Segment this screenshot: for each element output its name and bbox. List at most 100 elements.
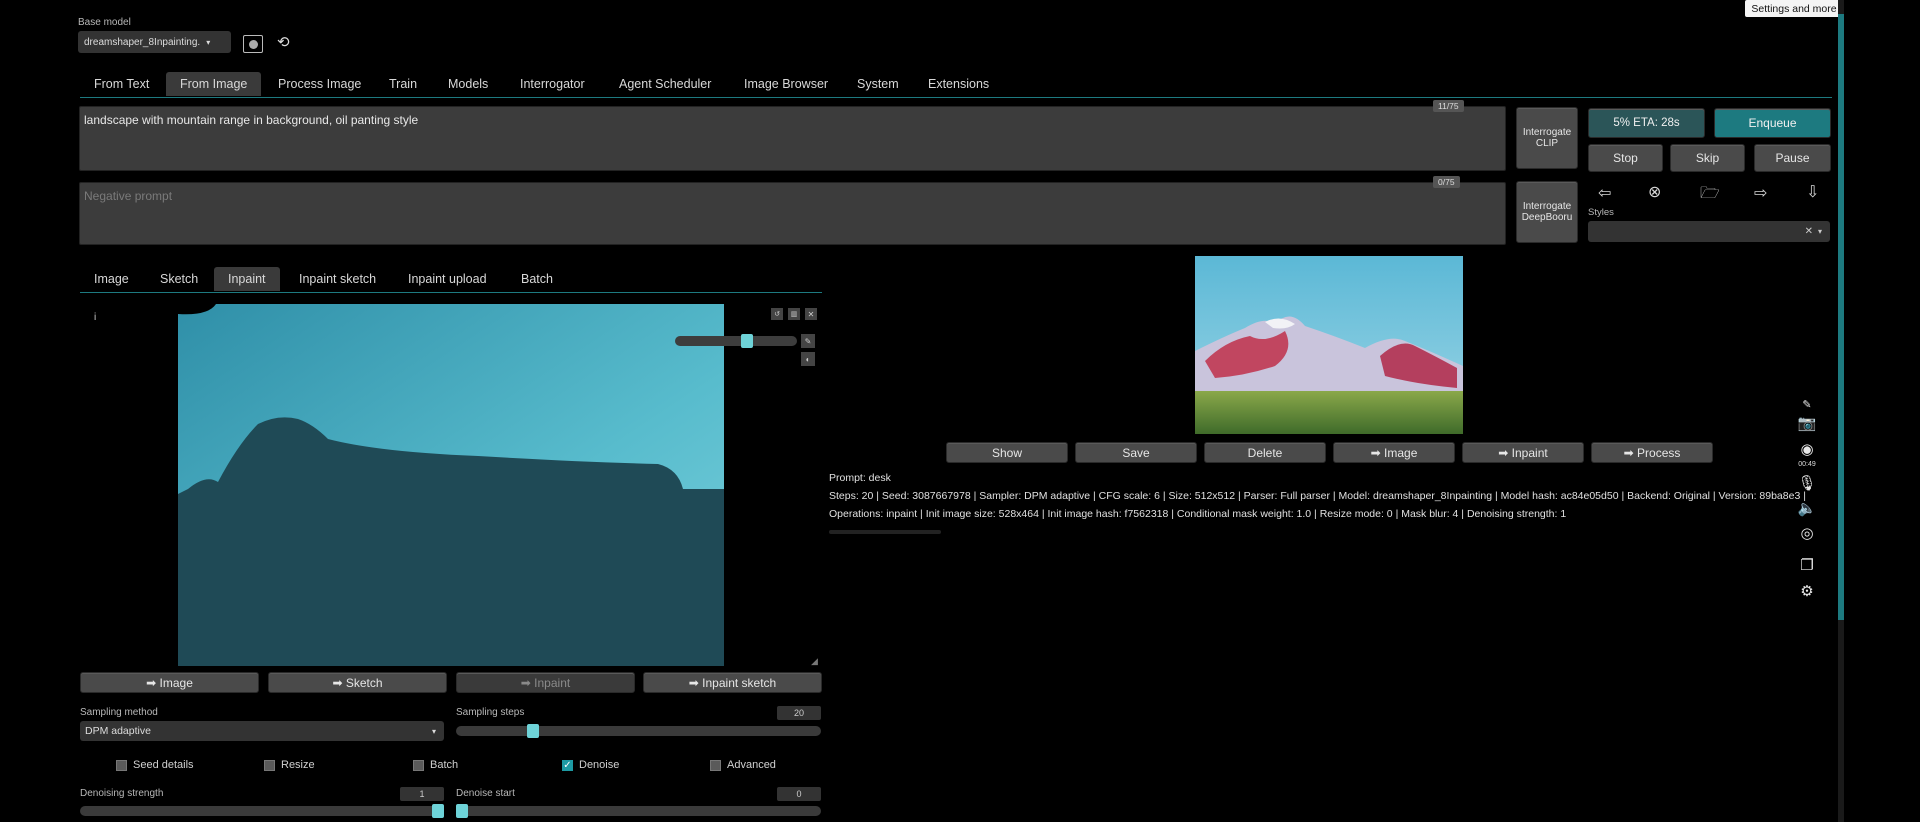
denoise-start-slider[interactable] — [456, 804, 821, 818]
chevron-down-icon: ▾ — [1817, 227, 1822, 236]
generation-params: Steps: 20 | Seed: 3087667978 | Sampler: … — [829, 490, 1806, 502]
sampling-method-value: DPM adaptive — [85, 725, 151, 737]
denoise-checkbox[interactable]: ✓ Denoise — [562, 759, 619, 771]
sampling-steps-input[interactable]: 20 — [777, 706, 821, 720]
tab-from-text[interactable]: From Text — [80, 72, 163, 96]
trash-icon[interactable]: ▥ — [788, 308, 800, 320]
denoise-start-input[interactable]: 0 — [777, 787, 821, 801]
record-time: 00:49 — [1798, 461, 1816, 468]
denoising-strength-slider[interactable] — [80, 804, 444, 818]
tab-interrogator[interactable]: Interrogator — [506, 72, 599, 96]
checkbox-box[interactable]: ✓ — [562, 759, 573, 771]
inpaint-canvas-area[interactable]: i ↺ ▥ ✕ ✎ ◐ ◢ — [80, 300, 822, 668]
color-icon[interactable]: ◐ — [801, 352, 815, 366]
save-button[interactable]: Save — [1075, 442, 1197, 463]
styles-label: Styles — [1588, 207, 1614, 218]
image-tabs: Image Sketch Inpaint Inpaint sketch Inpa… — [80, 265, 822, 293]
output-filename-faint — [829, 530, 941, 534]
denoising-strength-thumb[interactable] — [432, 804, 444, 818]
denoising-strength-input[interactable]: 1 — [400, 787, 444, 801]
folder-icon[interactable]: 🗁 — [1700, 182, 1720, 209]
webcam-icon[interactable]: ◎ — [1797, 524, 1817, 542]
checkbox-box[interactable] — [710, 759, 721, 771]
tab-train[interactable]: Train — [375, 72, 431, 96]
prompt-input[interactable]: landscape with mountain range in backgro… — [79, 106, 1506, 171]
brush-size-slider[interactable] — [675, 334, 797, 348]
checkbox-box[interactable] — [413, 759, 424, 771]
model-refresh-button[interactable] — [243, 35, 263, 53]
sampling-steps-slider[interactable] — [456, 724, 821, 738]
denoise-start-label: Denoise start — [456, 788, 515, 799]
delete-button[interactable]: Delete — [1204, 442, 1326, 463]
speaker-icon[interactable]: 🔈 — [1797, 499, 1817, 517]
pen-icon[interactable]: ✎ — [1797, 398, 1817, 411]
arrow-right-icon[interactable]: ⇨ — [1754, 183, 1767, 203]
gear-icon[interactable]: ⚙ — [1797, 582, 1817, 600]
tab-process-image[interactable]: Process Image — [264, 72, 375, 96]
negative-prompt-input[interactable]: Negative prompt — [79, 182, 1506, 245]
brush-size-thumb[interactable] — [741, 334, 753, 348]
tab-inpaint-sketch[interactable]: Inpaint sketch — [285, 267, 390, 291]
send-to-inpaint-button[interactable]: ➡ Inpaint — [456, 672, 635, 693]
resize-checkbox[interactable]: Resize — [264, 759, 315, 771]
microphone-icon[interactable]: 🎙 — [1797, 474, 1817, 492]
checkbox-label: Seed details — [133, 759, 194, 771]
send-to-sketch-button[interactable]: ➡ Sketch — [268, 672, 447, 693]
sampling-steps-thumb[interactable] — [527, 724, 539, 738]
pause-button[interactable]: Pause — [1754, 144, 1831, 172]
interrogate-deepbooru-button[interactable]: Interrogate DeepBooru — [1516, 181, 1578, 243]
scrollbar-thumb[interactable] — [1838, 14, 1844, 620]
clear-icon[interactable]: ⊗ — [1648, 182, 1661, 202]
tab-inpaint[interactable]: Inpaint — [214, 267, 280, 291]
skip-button[interactable]: Skip — [1670, 144, 1745, 172]
send-output-to-inpaint-button[interactable]: ➡ Inpaint — [1462, 442, 1584, 463]
close-icon[interactable]: ✕ — [1805, 226, 1813, 237]
interrogate-clip-button[interactable]: Interrogate CLIP — [1516, 107, 1578, 169]
send-to-inpaint-sketch-button[interactable]: ➡ Inpaint sketch — [643, 672, 822, 693]
show-button[interactable]: Show — [946, 442, 1068, 463]
output-image[interactable] — [1195, 256, 1463, 434]
styles-select[interactable]: ✕ ▾ — [1588, 221, 1830, 242]
tab-sketch[interactable]: Sketch — [146, 267, 212, 291]
undo-icon[interactable]: ↺ — [771, 308, 783, 320]
send-to-image-button[interactable]: ➡ Image — [80, 672, 259, 693]
camera-icon[interactable]: 📷 — [1797, 414, 1817, 432]
operation-params: Operations: inpaint | Init image size: 5… — [829, 508, 1567, 520]
checkbox-box[interactable] — [116, 759, 127, 771]
tab-extensions[interactable]: Extensions — [914, 72, 1003, 96]
arrow-left-icon[interactable]: ⇦ — [1598, 183, 1611, 203]
advanced-checkbox[interactable]: Advanced — [710, 759, 776, 771]
tab-batch[interactable]: Batch — [507, 267, 567, 291]
enqueue-button[interactable]: Enqueue — [1714, 108, 1831, 138]
output-prompt: Prompt: desk — [829, 472, 891, 484]
prompt-token-counter: 11/75 — [1433, 100, 1464, 112]
denoising-strength-label: Denoising strength — [80, 788, 164, 799]
reload-icon[interactable]: ⟲ — [277, 33, 290, 51]
tab-models[interactable]: Models — [434, 72, 502, 96]
window-icon[interactable]: ❐ — [1797, 556, 1817, 574]
tab-image[interactable]: Image — [80, 267, 143, 291]
tab-system[interactable]: System — [843, 72, 913, 96]
stop-button[interactable]: Stop — [1588, 144, 1663, 172]
scrollbar-track[interactable] — [1838, 0, 1844, 822]
tab-from-image[interactable]: From Image — [166, 72, 262, 96]
sampling-method-select[interactable]: DPM adaptive ▾ — [80, 721, 444, 741]
tab-inpaint-upload[interactable]: Inpaint upload — [394, 267, 501, 291]
inpaint-canvas[interactable] — [178, 304, 724, 666]
model-select[interactable]: dreamshaper_8Inpainting. ▾ — [78, 31, 231, 53]
brush-icon[interactable]: ✎ — [801, 334, 815, 348]
batch-checkbox[interactable]: Batch — [413, 759, 458, 771]
resize-handle-icon[interactable]: ◢ — [811, 656, 818, 667]
denoise-start-thumb[interactable] — [456, 804, 468, 818]
record-icon[interactable]: ◉ — [1797, 440, 1817, 458]
tab-agent-scheduler[interactable]: Agent Scheduler — [605, 72, 725, 96]
send-output-to-process-button[interactable]: ➡ Process — [1591, 442, 1713, 463]
checkbox-box[interactable] — [264, 759, 275, 771]
chevron-down-icon: ▾ — [206, 37, 211, 47]
negative-token-counter: 0/75 — [1433, 176, 1460, 188]
close-icon[interactable]: ✕ — [805, 308, 817, 320]
send-output-to-image-button[interactable]: ➡ Image — [1333, 442, 1455, 463]
seed-details-checkbox[interactable]: Seed details — [116, 759, 194, 771]
tab-image-browser[interactable]: Image Browser — [730, 72, 842, 96]
arrow-down-icon[interactable]: ⇩ — [1806, 182, 1819, 202]
